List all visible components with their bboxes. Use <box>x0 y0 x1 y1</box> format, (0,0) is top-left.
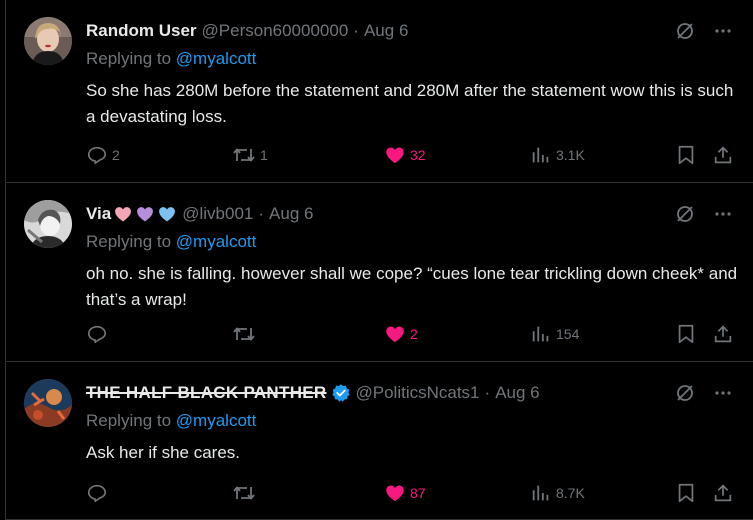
mention-link[interactable]: @myalcott <box>176 49 257 68</box>
avatar[interactable] <box>24 200 72 248</box>
retweet-button[interactable] <box>232 482 260 504</box>
avatar[interactable] <box>24 379 72 427</box>
share-icon <box>714 484 732 502</box>
display-name[interactable]: Random User <box>86 21 197 41</box>
like-count: 32 <box>410 147 426 163</box>
tweet-date[interactable]: Aug 6 <box>269 204 313 224</box>
views-button[interactable]: 3.1K <box>530 144 585 166</box>
replying-to: Replying to @myalcott <box>86 49 256 69</box>
grok-icon[interactable] <box>675 204 695 224</box>
pink-heart-icon <box>115 207 132 222</box>
views-icon <box>532 485 549 501</box>
retweet-button[interactable] <box>232 323 260 345</box>
tweet[interactable]: Random User @Person60000000 · Aug 6 Repl… <box>6 0 753 183</box>
tweet-date[interactable]: Aug 6 <box>495 383 539 403</box>
replying-to: Replying to @myalcott <box>86 411 256 431</box>
more-icon[interactable] <box>713 204 733 224</box>
tweet-header: THE HALF BLACK PANTHER @PoliticsNcats1 ·… <box>86 380 540 406</box>
replying-prefix: Replying to <box>86 232 172 251</box>
like-button[interactable]: 87 <box>384 482 426 504</box>
more-icon[interactable] <box>713 21 733 41</box>
user-handle[interactable]: @Person60000000 <box>202 21 349 41</box>
replying-prefix: Replying to <box>86 411 172 430</box>
tweet[interactable]: Via @livb001 · Aug 6 Replying to @myalco… <box>6 183 753 362</box>
views-button[interactable]: 154 <box>530 323 579 345</box>
grok-icon[interactable] <box>675 21 695 41</box>
bookmark-icon <box>678 145 694 165</box>
retweet-button[interactable]: 1 <box>232 144 268 166</box>
views-icon <box>532 326 549 342</box>
bookmark-icon <box>678 324 694 344</box>
user-handle[interactable]: @PoliticsNcats1 <box>356 383 480 403</box>
tweet-header: Random User @Person60000000 · Aug 6 <box>86 18 408 44</box>
retweet-count: 1 <box>260 147 268 163</box>
heart-filled-icon <box>386 147 404 164</box>
name-emojis <box>113 204 177 224</box>
grok-icon[interactable] <box>675 383 695 403</box>
bookmark-button[interactable] <box>675 144 697 166</box>
replying-prefix: Replying to <box>86 49 172 68</box>
display-name[interactable]: Via <box>86 204 111 224</box>
share-icon <box>714 325 732 343</box>
tweet-actions: 2 1 32 3.1K <box>86 143 733 167</box>
share-icon <box>714 146 732 164</box>
separator: · <box>258 204 265 223</box>
reply-button[interactable] <box>86 323 112 345</box>
bookmark-button[interactable] <box>675 323 697 345</box>
tweet-text: oh no. she is falling. however shall we … <box>86 264 738 309</box>
verified-badge-icon[interactable] <box>331 383 351 403</box>
share-button[interactable] <box>712 482 734 504</box>
separator: · <box>484 383 491 402</box>
like-count: 2 <box>410 326 418 342</box>
bookmark-icon <box>678 483 694 503</box>
tweet-top-actions <box>675 383 733 403</box>
reply-button[interactable]: 2 <box>86 144 120 166</box>
retweet-icon <box>233 327 255 341</box>
reply-button[interactable] <box>86 482 112 504</box>
like-button[interactable]: 32 <box>384 144 426 166</box>
tweet-actions: 2 154 <box>86 322 733 346</box>
heart-filled-icon <box>386 326 404 343</box>
reply-icon <box>87 484 107 503</box>
views-button[interactable]: 8.7K <box>530 482 585 504</box>
display-name[interactable]: THE HALF BLACK PANTHER <box>86 383 327 403</box>
mention-link[interactable]: @myalcott <box>176 232 257 251</box>
like-button[interactable]: 2 <box>384 323 418 345</box>
tweet-top-actions <box>675 21 733 41</box>
reply-count: 2 <box>112 147 120 163</box>
reply-icon <box>87 146 107 165</box>
timeline: Random User @Person60000000 · Aug 6 Repl… <box>5 0 753 520</box>
tweet[interactable]: THE HALF BLACK PANTHER @PoliticsNcats1 ·… <box>6 362 753 520</box>
views-icon <box>532 147 549 163</box>
tweet-top-actions <box>675 204 733 224</box>
tweet-text: So she has 280M before the statement and… <box>86 81 734 126</box>
mention-link[interactable]: @myalcott <box>176 411 257 430</box>
view-count: 154 <box>556 326 580 342</box>
view-count: 3.1K <box>556 147 585 163</box>
share-button[interactable] <box>712 323 734 345</box>
tweet-header: Via @livb001 · Aug 6 <box>86 201 313 227</box>
user-handle[interactable]: @livb001 <box>182 204 253 224</box>
avatar[interactable] <box>24 17 72 65</box>
retweet-icon <box>233 486 255 500</box>
bookmark-button[interactable] <box>675 482 697 504</box>
more-icon[interactable] <box>713 383 733 403</box>
tweet-text: Ask her if she cares. <box>86 443 241 462</box>
like-count: 87 <box>410 485 426 501</box>
reply-icon <box>87 325 107 344</box>
replying-to: Replying to @myalcott <box>86 232 256 252</box>
retweet-icon <box>233 148 255 162</box>
view-count: 8.7K <box>556 485 585 501</box>
purple-heart-icon <box>137 207 154 222</box>
share-button[interactable] <box>712 144 734 166</box>
blue-heart-icon <box>159 207 176 222</box>
separator: · <box>353 21 359 40</box>
tweet-date[interactable]: Aug 6 <box>364 21 408 41</box>
heart-filled-icon <box>386 485 404 502</box>
tweet-actions: 87 8.7K <box>86 481 733 505</box>
